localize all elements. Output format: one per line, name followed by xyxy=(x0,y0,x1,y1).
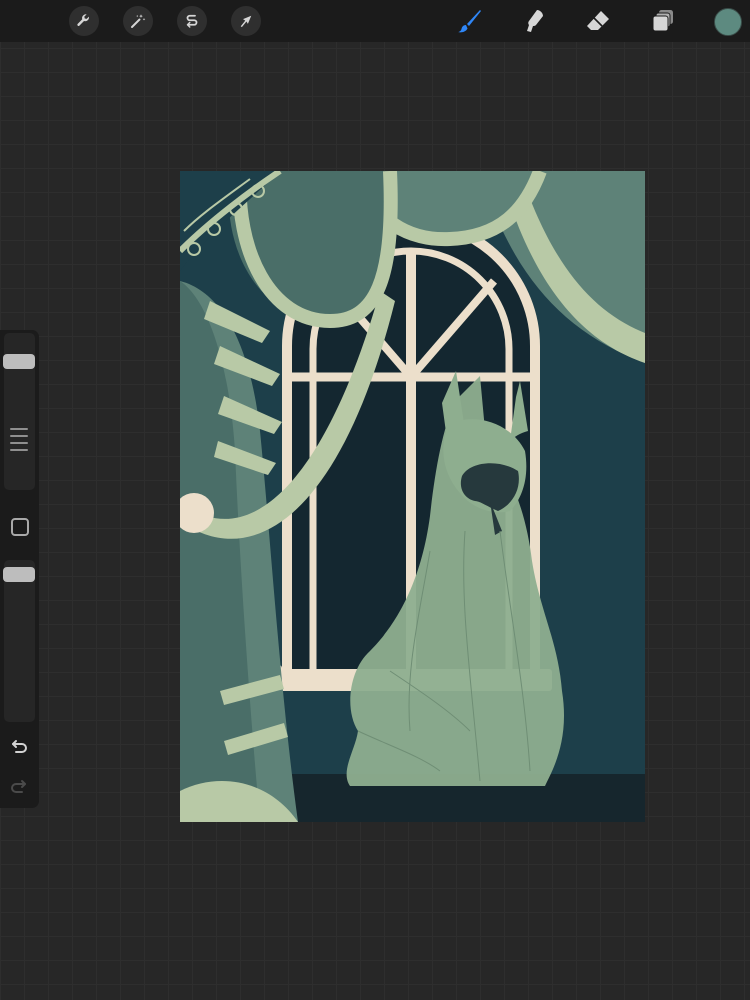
undo-button[interactable] xyxy=(9,736,29,756)
eraser-button[interactable] xyxy=(582,5,614,37)
eraser-icon xyxy=(587,11,609,30)
smudge-button[interactable] xyxy=(517,5,549,37)
drawing-canvas[interactable] xyxy=(180,171,645,822)
color-picker-swatch[interactable] xyxy=(714,8,742,36)
layers-icon xyxy=(652,10,673,32)
paint-brush-button[interactable] xyxy=(453,5,485,37)
procreate-app xyxy=(0,0,750,1000)
redo-button[interactable] xyxy=(9,776,29,796)
magic-wand-icon xyxy=(131,14,146,28)
wrench-icon xyxy=(77,14,89,26)
arrow-cursor-icon xyxy=(240,15,252,28)
artwork xyxy=(180,171,645,822)
undo-icon xyxy=(12,740,27,753)
top-toolbar xyxy=(0,0,750,42)
opacity-slider[interactable] xyxy=(4,560,35,722)
redo-icon xyxy=(11,780,26,793)
modify-square-button[interactable] xyxy=(11,518,29,536)
transform-button[interactable] xyxy=(231,6,261,36)
brush-icon xyxy=(458,10,481,33)
smudge-finger-icon xyxy=(527,10,543,32)
adjustments-button[interactable] xyxy=(123,6,153,36)
brush-size-grip xyxy=(10,428,28,456)
opacity-slider-thumb[interactable] xyxy=(3,567,35,582)
layers-button[interactable] xyxy=(647,5,679,37)
brush-size-slider-thumb[interactable] xyxy=(3,354,35,369)
selection-button[interactable] xyxy=(177,6,207,36)
selection-s-icon xyxy=(186,14,198,28)
left-sidebar xyxy=(0,330,39,808)
actions-button[interactable] xyxy=(69,6,99,36)
